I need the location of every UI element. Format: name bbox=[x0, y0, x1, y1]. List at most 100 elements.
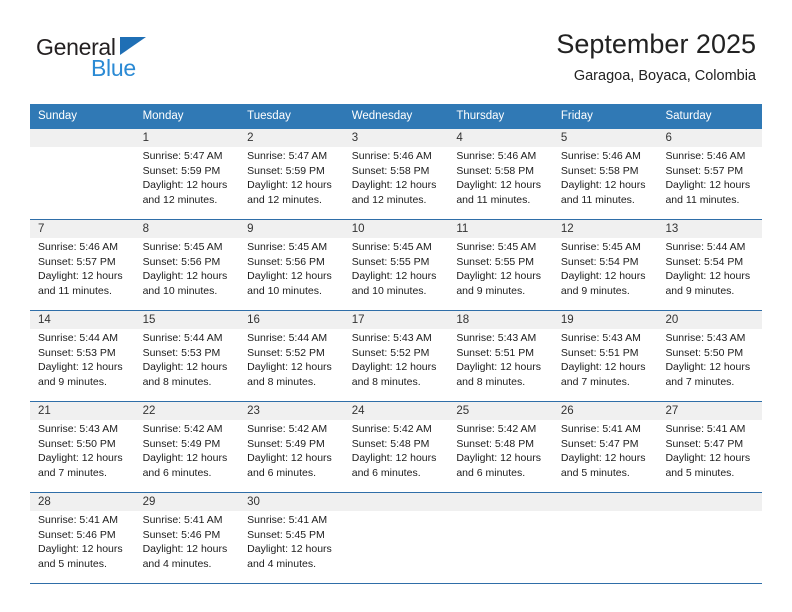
daylight-text-line2: and 6 minutes. bbox=[456, 466, 526, 479]
day-cell[interactable]: 17 Sunrise: 5:43 AM Sunset: 5:52 PM Dayligh… bbox=[344, 311, 449, 401]
day-cell[interactable]: 23 Sunrise: 5:42 AM Sunset: 5:49 PM Dayligh… bbox=[239, 402, 344, 492]
day-cell[interactable]: 1 Sunrise: 5:47 AM Sunset: 5:59 PM Daylight… bbox=[135, 129, 240, 219]
day-number: 9 bbox=[247, 223, 254, 235]
daylight-text-line2: and 8 minutes. bbox=[456, 375, 526, 388]
daylight-text-line2: and 11 minutes. bbox=[560, 193, 635, 206]
day-number bbox=[352, 493, 443, 511]
day-number: 24 bbox=[351, 405, 365, 417]
daylight-text-line2: and 5 minutes. bbox=[665, 466, 735, 479]
day-number: 13 bbox=[665, 223, 679, 235]
day-cell[interactable]: 5 Sunrise: 5:46 AM Sunset: 5:58 PM Daylight… bbox=[553, 129, 658, 219]
sunset-text: Sunset: 5:58 PM bbox=[560, 164, 639, 177]
daylight-text-line2: and 9 minutes. bbox=[38, 375, 107, 388]
day-sun-info: Sunrise: 5:43 AM Sunset: 5:50 PM Daylight:… bbox=[665, 329, 756, 389]
sunset-text: Sunset: 5:52 PM bbox=[351, 346, 430, 359]
daylight-text-line2: and 10 minutes. bbox=[351, 284, 427, 297]
day-number bbox=[561, 493, 652, 511]
sunrise-text: Sunrise: 5:46 AM bbox=[38, 241, 118, 253]
day-sun-info: Sunrise: 5:46 AM Sunset: 5:57 PM Daylight:… bbox=[665, 147, 756, 207]
day-cell[interactable]: 28 Sunrise: 5:41 AM Sunset: 5:46 PM Dayligh… bbox=[30, 493, 135, 583]
daylight-text-line1: Daylight: 12 hours bbox=[351, 361, 437, 374]
sunrise-text: Sunrise: 5:44 AM bbox=[142, 332, 223, 344]
sunset-text: Sunset: 5:57 PM bbox=[665, 164, 744, 177]
day-cell[interactable]: 16 Sunrise: 5:44 AM Sunset: 5:52 PM Dayligh… bbox=[239, 311, 344, 401]
day-cell[interactable]: 30 Sunrise: 5:41 AM Sunset: 5:45 PM Dayligh… bbox=[239, 493, 344, 583]
day-cell[interactable]: 29 Sunrise: 5:41 AM Sunset: 5:46 PM Dayligh… bbox=[135, 493, 240, 583]
sunset-text: Sunset: 5:58 PM bbox=[351, 164, 430, 177]
day-cell[interactable]: 12 Sunrise: 5:45 AM Sunset: 5:54 PM Dayligh… bbox=[553, 220, 658, 310]
day-number: 12 bbox=[560, 223, 574, 235]
daylight-text-line1: Daylight: 12 hours bbox=[456, 452, 541, 465]
day-cell[interactable]: 6 Sunrise: 5:46 AM Sunset: 5:57 PM Daylight… bbox=[657, 129, 762, 219]
day-cell[interactable]: 25 Sunrise: 5:42 AM Sunset: 5:48 PM Dayligh… bbox=[448, 402, 553, 492]
sunrise-text: Sunrise: 5:41 AM bbox=[38, 514, 118, 526]
day-sun-info: Sunrise: 5:46 AM Sunset: 5:58 PM Daylight:… bbox=[352, 147, 443, 207]
day-number: 18 bbox=[456, 314, 470, 326]
day-cell[interactable]: 14 Sunrise: 5:44 AM Sunset: 5:53 PM Dayligh… bbox=[30, 311, 135, 401]
day-number: 29 bbox=[142, 496, 156, 508]
daylight-text-line1: Daylight: 12 hours bbox=[142, 543, 228, 556]
sunrise-text: Sunrise: 5:44 AM bbox=[665, 241, 746, 253]
daylight-text-line1: Daylight: 12 hours bbox=[560, 452, 646, 465]
day-sun-info bbox=[352, 511, 443, 513]
daylight-text-line1: Daylight: 12 hours bbox=[247, 361, 332, 374]
day-number: 19 bbox=[560, 314, 574, 326]
day-cell[interactable]: 13 Sunrise: 5:44 AM Sunset: 5:54 PM Dayligh… bbox=[657, 220, 762, 310]
sunrise-text: Sunrise: 5:46 AM bbox=[560, 150, 641, 162]
daylight-text-line1: Daylight: 12 hours bbox=[142, 179, 228, 192]
day-cell[interactable]: 19 Sunrise: 5:43 AM Sunset: 5:51 PM Dayligh… bbox=[553, 311, 658, 401]
day-cell[interactable]: 24 Sunrise: 5:42 AM Sunset: 5:48 PM Dayligh… bbox=[344, 402, 449, 492]
day-cell[interactable]: 26 Sunrise: 5:41 AM Sunset: 5:47 PM Dayligh… bbox=[553, 402, 658, 492]
day-sun-info: Sunrise: 5:45 AM Sunset: 5:54 PM Daylight:… bbox=[561, 238, 652, 298]
daylight-text-line1: Daylight: 12 hours bbox=[456, 361, 541, 374]
day-cell[interactable]: 11 Sunrise: 5:45 AM Sunset: 5:55 PM Dayligh… bbox=[448, 220, 553, 310]
day-cell[interactable]: 8 Sunrise: 5:45 AM Sunset: 5:56 PM Daylight… bbox=[135, 220, 240, 310]
daylight-text-line2: and 6 minutes. bbox=[142, 466, 212, 479]
day-sun-info: Sunrise: 5:45 AM Sunset: 5:55 PM Daylight:… bbox=[456, 238, 547, 298]
day-sun-info: Sunrise: 5:42 AM Sunset: 5:49 PM Daylight:… bbox=[247, 420, 338, 480]
daylight-text-line2: and 8 minutes. bbox=[142, 375, 212, 388]
title-block: September 2025 Garagoa, Boyaca, Colombia bbox=[556, 28, 756, 86]
day-cell[interactable]: 18 Sunrise: 5:43 AM Sunset: 5:51 PM Dayligh… bbox=[448, 311, 553, 401]
day-cell[interactable]: 2 Sunrise: 5:47 AM Sunset: 5:59 PM Daylight… bbox=[239, 129, 344, 219]
day-cell[interactable]: 20 Sunrise: 5:43 AM Sunset: 5:50 PM Dayligh… bbox=[657, 311, 762, 401]
page-header: General Blue September 2025 Garagoa, Boy… bbox=[36, 28, 756, 98]
calendar-week-row: 14 Sunrise: 5:44 AM Sunset: 5:53 PM Dayligh… bbox=[30, 310, 762, 401]
day-number: 4 bbox=[456, 132, 463, 144]
sunrise-text: Sunrise: 5:44 AM bbox=[38, 332, 118, 344]
day-cell[interactable]: 22 Sunrise: 5:42 AM Sunset: 5:49 PM Dayligh… bbox=[135, 402, 240, 492]
daylight-text-line1: Daylight: 12 hours bbox=[456, 179, 541, 192]
week-cells: 14 Sunrise: 5:44 AM Sunset: 5:53 PM Dayligh… bbox=[30, 311, 762, 401]
sunrise-text: Sunrise: 5:43 AM bbox=[38, 423, 118, 435]
calendar-week-row: 21 Sunrise: 5:43 AM Sunset: 5:50 PM Dayligh… bbox=[30, 401, 762, 492]
day-sun-info: Sunrise: 5:44 AM Sunset: 5:53 PM Daylight:… bbox=[38, 329, 129, 389]
sunrise-text: Sunrise: 5:47 AM bbox=[247, 150, 328, 162]
logo-text-blue: Blue bbox=[91, 55, 136, 81]
sunrise-text: Sunrise: 5:41 AM bbox=[247, 514, 328, 526]
day-cell[interactable]: 10 Sunrise: 5:45 AM Sunset: 5:55 PM Dayligh… bbox=[344, 220, 449, 310]
daylight-text-line1: Daylight: 12 hours bbox=[142, 270, 228, 283]
day-cell[interactable]: 4 Sunrise: 5:46 AM Sunset: 5:58 PM Daylight… bbox=[448, 129, 553, 219]
daylight-text-line1: Daylight: 12 hours bbox=[351, 179, 437, 192]
day-sun-info: Sunrise: 5:47 AM Sunset: 5:59 PM Daylight:… bbox=[247, 147, 338, 207]
day-number: 28 bbox=[38, 496, 51, 508]
day-cell[interactable]: 15 Sunrise: 5:44 AM Sunset: 5:53 PM Dayligh… bbox=[135, 311, 240, 401]
sunrise-text: Sunrise: 5:47 AM bbox=[142, 150, 223, 162]
day-cell-empty bbox=[657, 493, 762, 583]
sunrise-text: Sunrise: 5:45 AM bbox=[247, 241, 328, 253]
day-cell[interactable]: 7 Sunrise: 5:46 AM Sunset: 5:57 PM Daylight… bbox=[30, 220, 135, 310]
day-cell[interactable]: 9 Sunrise: 5:45 AM Sunset: 5:56 PM Daylight… bbox=[239, 220, 344, 310]
day-cell[interactable]: 3 Sunrise: 5:46 AM Sunset: 5:58 PM Daylight… bbox=[344, 129, 449, 219]
daylight-text-line2: and 7 minutes. bbox=[665, 375, 735, 388]
weekday-sunday: Sunday bbox=[38, 110, 78, 122]
daylight-text-line2: and 6 minutes. bbox=[351, 466, 421, 479]
sunrise-text: Sunrise: 5:42 AM bbox=[456, 423, 537, 435]
week-cells: 21 Sunrise: 5:43 AM Sunset: 5:50 PM Dayligh… bbox=[30, 402, 762, 492]
day-sun-info bbox=[38, 147, 129, 149]
day-sun-info: Sunrise: 5:45 AM Sunset: 5:56 PM Daylight:… bbox=[247, 238, 338, 298]
day-cell[interactable]: 21 Sunrise: 5:43 AM Sunset: 5:50 PM Dayligh… bbox=[30, 402, 135, 492]
day-cell[interactable]: 27 Sunrise: 5:41 AM Sunset: 5:47 PM Dayligh… bbox=[657, 402, 762, 492]
day-sun-info: Sunrise: 5:42 AM Sunset: 5:48 PM Daylight:… bbox=[456, 420, 547, 480]
daylight-text-line1: Daylight: 12 hours bbox=[38, 452, 123, 465]
daylight-text-line2: and 11 minutes. bbox=[456, 193, 531, 206]
